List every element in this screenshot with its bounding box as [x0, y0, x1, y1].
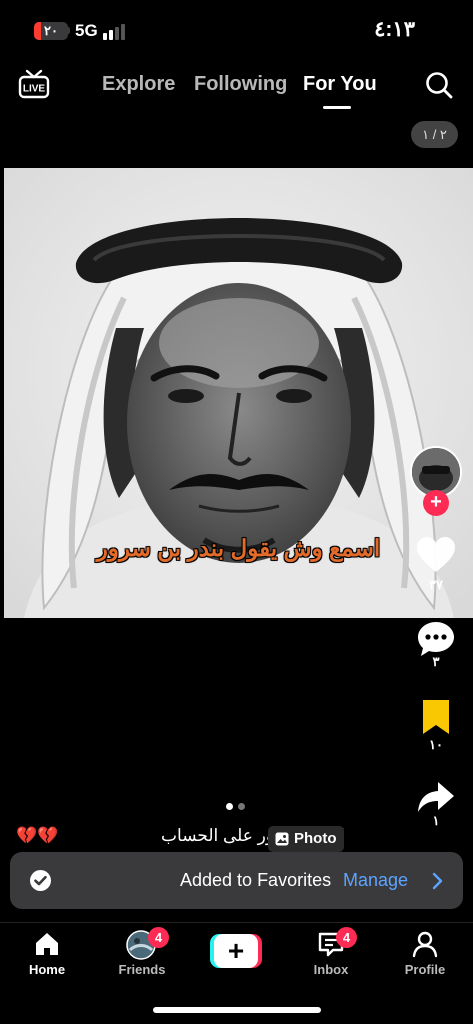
- nav-friends-label: Friends: [118, 962, 166, 977]
- share-icon[interactable]: [415, 778, 457, 818]
- share-count: ١: [432, 813, 440, 828]
- status-time: ٤:١٣: [374, 18, 415, 41]
- network-type: 5G: [75, 21, 98, 40]
- broken-heart-emoji: 💔💔: [16, 826, 59, 845]
- battery-tip: [68, 27, 70, 34]
- carousel-dot: [238, 803, 245, 810]
- photo-pager: ٢ / ١: [411, 121, 458, 148]
- signal-icon: [103, 24, 129, 40]
- like-count: ٣٧: [429, 577, 443, 592]
- avatar-image: [412, 448, 460, 496]
- photo-overlay-text: اسمع وش يقول بندر بن سرور: [96, 535, 381, 561]
- comment-icon[interactable]: [415, 619, 457, 659]
- toast-manage-link[interactable]: Manage: [343, 870, 408, 891]
- create-button[interactable]: +: [210, 934, 262, 968]
- nav-profile[interactable]: Profile: [385, 923, 465, 983]
- live-icon[interactable]: LIVE: [18, 69, 50, 99]
- profile-icon: [412, 931, 438, 958]
- tab-explore[interactable]: Explore: [102, 73, 175, 96]
- chevron-right-icon[interactable]: [430, 872, 444, 890]
- comment-count: ٣: [432, 654, 440, 669]
- nav-friends[interactable]: 4 Friends: [102, 923, 182, 983]
- battery-icon: ٢٠: [34, 22, 68, 40]
- nav-profile-label: Profile: [404, 962, 446, 977]
- battery-percent: ٢٠: [44, 23, 58, 38]
- home-indicator[interactable]: [153, 1007, 321, 1013]
- status-bar: ٢٠ 5G ٤:١٣: [0, 0, 473, 60]
- top-nav: LIVE Explore Following For You: [0, 62, 473, 112]
- plus-icon: +: [214, 934, 258, 968]
- live-label: LIVE: [23, 84, 46, 95]
- toast-message: Added to Favorites: [180, 870, 332, 890]
- nav-inbox[interactable]: 4 Inbox: [291, 923, 371, 983]
- follow-button[interactable]: +: [423, 490, 449, 516]
- image-icon: [275, 832, 289, 846]
- inbox-badge: 4: [336, 927, 357, 948]
- favorite-icon[interactable]: [415, 698, 457, 738]
- home-icon: [36, 933, 58, 955]
- checkmark-icon: [30, 870, 51, 891]
- active-tab-indicator: [323, 106, 351, 109]
- nav-home-label: Home: [28, 962, 66, 977]
- nav-inbox-label: Inbox: [313, 962, 349, 977]
- post-photo[interactable]: اسمع وش يقول بندر بن سرور: [4, 168, 473, 618]
- nav-home[interactable]: Home: [7, 923, 87, 983]
- friends-badge: 4: [148, 927, 169, 948]
- photo-label: Photo: [294, 830, 337, 847]
- tab-following[interactable]: Following: [194, 73, 287, 96]
- carousel-dot: [226, 803, 233, 810]
- photo-type-badge: Photo: [268, 826, 344, 852]
- favorite-count: ١٠: [429, 737, 443, 752]
- search-icon[interactable]: [424, 70, 454, 100]
- like-icon[interactable]: [415, 535, 457, 575]
- tab-for-you[interactable]: For You: [303, 73, 377, 96]
- favorites-toast: Added to Favorites Manage: [10, 852, 463, 909]
